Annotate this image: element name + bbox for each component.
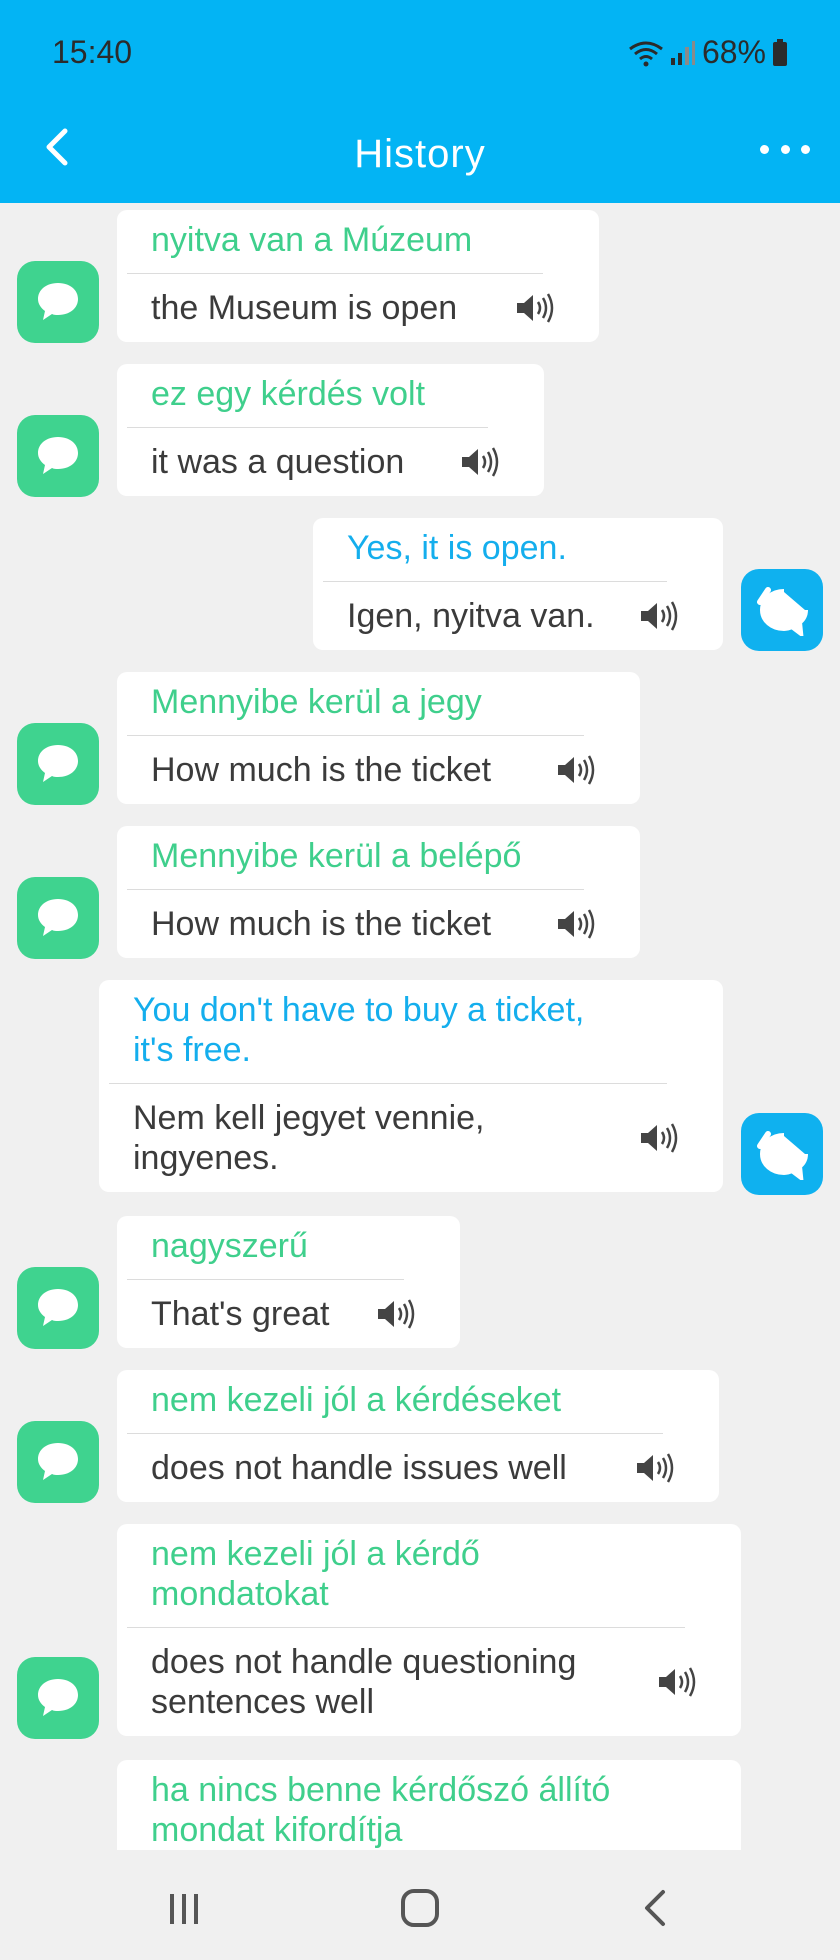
more-dots-icon bbox=[760, 144, 769, 154]
status-icons: 68% bbox=[628, 34, 788, 71]
message-bubble: nem kezeli jól a kérdő mondatokat does n… bbox=[117, 1524, 741, 1736]
signal-icon bbox=[670, 40, 696, 66]
source-text: Mennyibe kerül a belépő bbox=[151, 837, 522, 875]
speaker-icon[interactable] bbox=[376, 1298, 416, 1330]
translation-text: How much is the ticket bbox=[151, 905, 492, 943]
chat-bubble-icon bbox=[17, 415, 99, 497]
home-icon bbox=[401, 1889, 439, 1927]
source-text: ha nincs benne kérdőszó állító mondat ki… bbox=[151, 1771, 611, 1849]
speaker-icon[interactable] bbox=[639, 1122, 679, 1154]
recent-apps-button[interactable] bbox=[154, 1878, 214, 1938]
translation-text: Igen, nyitva van. bbox=[347, 597, 595, 635]
source-text: nyitva van a Múzeum bbox=[151, 221, 473, 259]
speaker-icon[interactable] bbox=[515, 292, 555, 324]
translation-text: the Museum is open bbox=[151, 289, 458, 327]
speaker-icon[interactable] bbox=[657, 1666, 697, 1698]
source-text: nem kezeli jól a kérdő mondatokat bbox=[151, 1535, 480, 1613]
source-text: Mennyibe kerül a jegy bbox=[151, 683, 482, 721]
source-text: nagyszerű bbox=[151, 1227, 308, 1265]
source-text: Yes, it is open. bbox=[347, 529, 567, 567]
translation-text: does not handle questioning sentences we… bbox=[151, 1643, 577, 1721]
translation-text: Nem kell jegyet vennie, ingyenes. bbox=[133, 1099, 485, 1177]
chat-bubble-icon bbox=[17, 877, 99, 959]
translation-text: it was a question bbox=[151, 443, 405, 481]
speaker-icon[interactable] bbox=[460, 446, 500, 478]
source-text: nem kezeli jól a kérdéseket bbox=[151, 1381, 562, 1419]
battery-percent: 68% bbox=[701, 34, 766, 70]
chat-bubble-icon bbox=[17, 1657, 99, 1739]
chat-bubble-icon bbox=[741, 1113, 823, 1195]
message-bubble: nagyszerű That's great bbox=[117, 1216, 460, 1348]
message-bubble: Mennyibe kerül a jegy How much is the ti… bbox=[117, 672, 640, 804]
message-bubble: Mennyibe kerül a belépő How much is the … bbox=[117, 826, 640, 958]
chevron-left-icon bbox=[645, 1890, 665, 1926]
chat-bubble-icon bbox=[17, 261, 99, 343]
battery-icon bbox=[772, 38, 788, 67]
speaker-icon[interactable] bbox=[556, 754, 596, 786]
more-options-button[interactable] bbox=[760, 134, 810, 164]
source-text: ez egy kérdés volt bbox=[151, 375, 426, 413]
chat-bubble-icon bbox=[17, 1267, 99, 1349]
message-bubble: Yes, it is open. Igen, nyitva van. bbox=[313, 518, 723, 650]
message-bubble: ez egy kérdés volt it was a question bbox=[117, 364, 544, 496]
app-header: 15:40 68% History bbox=[0, 0, 840, 203]
status-time: 15:40 bbox=[52, 34, 133, 70]
speaker-icon[interactable] bbox=[639, 600, 679, 632]
speaker-icon[interactable] bbox=[635, 1452, 675, 1484]
recent-apps-icon bbox=[170, 1894, 198, 1924]
message-bubble: nem kezeli jól a kérdéseket does not han… bbox=[117, 1370, 719, 1502]
home-button[interactable] bbox=[390, 1878, 450, 1938]
message-bubble: ha nincs benne kérdőszó állító mondat ki… bbox=[117, 1760, 741, 1850]
speaker-icon[interactable] bbox=[556, 908, 596, 940]
chat-bubble-icon bbox=[17, 1421, 99, 1503]
chat-bubble-icon bbox=[741, 569, 823, 651]
translation-text: That's great bbox=[151, 1295, 330, 1333]
message-bubble: nyitva van a Múzeum the Museum is open bbox=[117, 210, 599, 342]
wifi-icon bbox=[628, 39, 664, 67]
translation-text: does not handle issues well bbox=[151, 1449, 567, 1487]
source-text: You don't have to buy a ticket, it's fre… bbox=[133, 991, 585, 1069]
message-bubble: You don't have to buy a ticket, it's fre… bbox=[99, 980, 723, 1192]
system-back-button[interactable] bbox=[624, 1878, 684, 1938]
history-list[interactable]: nyitva van a Múzeum the Museum is open e… bbox=[0, 203, 840, 1850]
chat-bubble-icon bbox=[17, 723, 99, 805]
page-title: History bbox=[354, 132, 486, 176]
system-nav-bar bbox=[0, 1850, 840, 1960]
translation-text: How much is the ticket bbox=[151, 751, 492, 789]
